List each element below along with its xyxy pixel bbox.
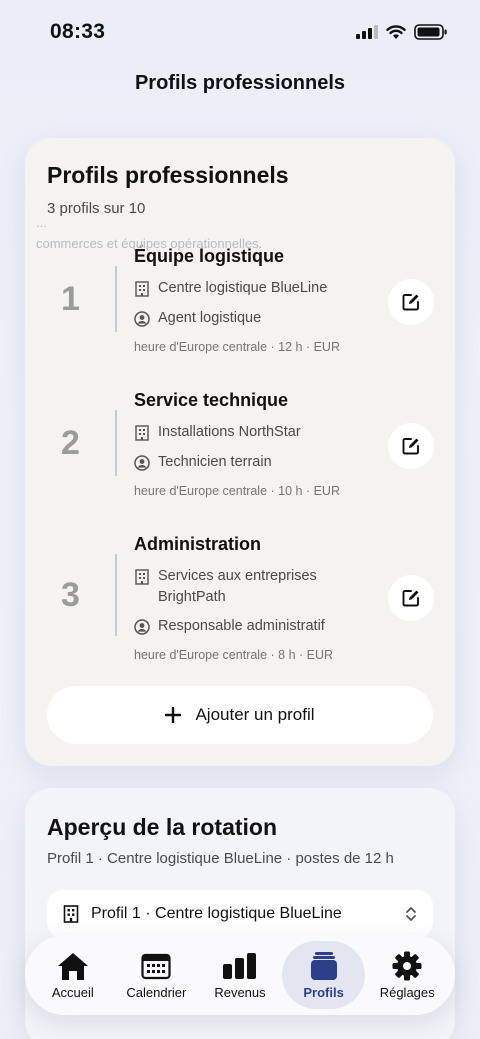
profile-divider	[115, 410, 117, 476]
profile-select[interactable]: Profil 1 · Centre logistique BlueLine	[47, 890, 433, 938]
rotation-subtitle: Profil 1 · Centre logistique BlueLine · …	[47, 850, 394, 867]
battery-icon	[414, 24, 447, 40]
rotation-description-line2: commerces et équipes opérationnelles.	[36, 236, 263, 251]
status-time: 08:33	[50, 20, 106, 43]
profile-divider	[115, 266, 117, 332]
building-icon	[134, 278, 150, 299]
wifi-icon	[386, 24, 406, 39]
profile-number: 1	[61, 280, 80, 318]
profile-company-row: Services aux entreprises BrightPath	[134, 566, 317, 608]
edit-profile-button[interactable]	[388, 423, 434, 469]
tab-label: Revenus	[214, 984, 266, 1000]
edit-profile-button[interactable]	[388, 575, 434, 621]
profile-role-row: Technicien terrain	[134, 452, 272, 473]
building-icon	[63, 905, 79, 923]
edit-profile-button[interactable]	[388, 279, 434, 325]
building-icon	[134, 422, 150, 443]
profile-role: Agent logistique	[158, 310, 262, 326]
profile-number: 2	[61, 424, 80, 462]
profile-meta: heure d'Europe centrale · 8 h · EUR	[134, 648, 334, 662]
profile-number: 3	[61, 576, 80, 614]
gear-icon	[392, 951, 422, 981]
profile-divider	[115, 554, 117, 636]
profile-select-value: Profil 1 · Centre logistique BlueLine	[91, 905, 342, 922]
profile-company-row: Installations NorthStar	[134, 422, 301, 443]
profile-name: Service technique	[134, 390, 289, 410]
plus-icon	[165, 707, 182, 723]
person-circle-icon	[134, 616, 150, 637]
tab-profils[interactable]: Profils	[281, 941, 366, 1009]
tab-label: Accueil	[51, 984, 94, 1000]
building-icon	[134, 566, 150, 587]
tab-label: Réglages	[379, 984, 435, 1000]
person-circle-icon	[134, 308, 150, 329]
tab-accueil[interactable]: Accueil	[31, 941, 115, 1009]
edit-icon	[402, 590, 419, 607]
chevron-up-down-icon	[406, 907, 416, 921]
add-profile-button[interactable]: Ajouter un profil	[47, 686, 433, 744]
profile-name: Administration	[134, 534, 262, 554]
status-bar: 08:33	[0, 0, 480, 64]
profile-item: 3 Administration Services aux entreprise…	[25, 530, 455, 670]
rotation-description-line1: ...	[36, 215, 47, 230]
stack-icon	[309, 951, 339, 981]
rotation-description: ... commerces et équipes opérationnelles…	[36, 212, 396, 254]
tab-revenus[interactable]: Revenus	[198, 941, 282, 1009]
profiles-card-title: Profils professionnels	[47, 162, 289, 188]
add-profile-label: Ajouter un profil	[195, 705, 315, 724]
profile-company: Installations NorthStar	[158, 424, 301, 440]
profile-meta: heure d'Europe centrale · 10 h · EUR	[134, 484, 340, 498]
profile-company: Services aux entreprises BrightPath	[158, 566, 317, 608]
status-icons	[356, 24, 448, 40]
profile-role: Responsable administratif	[158, 618, 325, 634]
signal-icon	[356, 25, 378, 39]
tab-label: Profils	[303, 984, 344, 1000]
profile-role: Technicien terrain	[158, 454, 272, 470]
profile-item: 2 Service technique Installations NorthS…	[25, 386, 455, 506]
page-title: Profils professionnels	[134, 72, 346, 94]
tab-calendrier[interactable]: Calendrier	[115, 941, 199, 1009]
profile-company: Centre logistique BlueLine	[158, 280, 328, 296]
profile-meta: heure d'Europe centrale · 12 h · EUR	[134, 340, 340, 354]
profile-role-row: Agent logistique	[134, 308, 261, 329]
home-icon	[56, 951, 90, 981]
tab-bar: Accueil Calendrier Revenus Profils Régla…	[25, 935, 455, 1015]
rotation-title: Aperçu de la rotation	[47, 814, 278, 840]
tab-label: Calendrier	[126, 984, 187, 1000]
tab-reglages[interactable]: Réglages	[365, 941, 449, 1009]
edit-icon	[402, 294, 419, 311]
profile-role-row: Responsable administratif	[134, 616, 325, 637]
person-circle-icon	[134, 452, 150, 473]
profile-company-line1: Services aux entreprises	[158, 568, 317, 584]
edit-icon	[402, 438, 419, 455]
profile-company-line2: BrightPath	[158, 589, 226, 605]
profile-item: 1 Équipe logistique Centre logistique Bl…	[25, 242, 455, 362]
bar-chart-icon	[222, 951, 258, 981]
profile-company-row: Centre logistique BlueLine	[134, 278, 327, 299]
calendar-icon	[141, 951, 171, 981]
